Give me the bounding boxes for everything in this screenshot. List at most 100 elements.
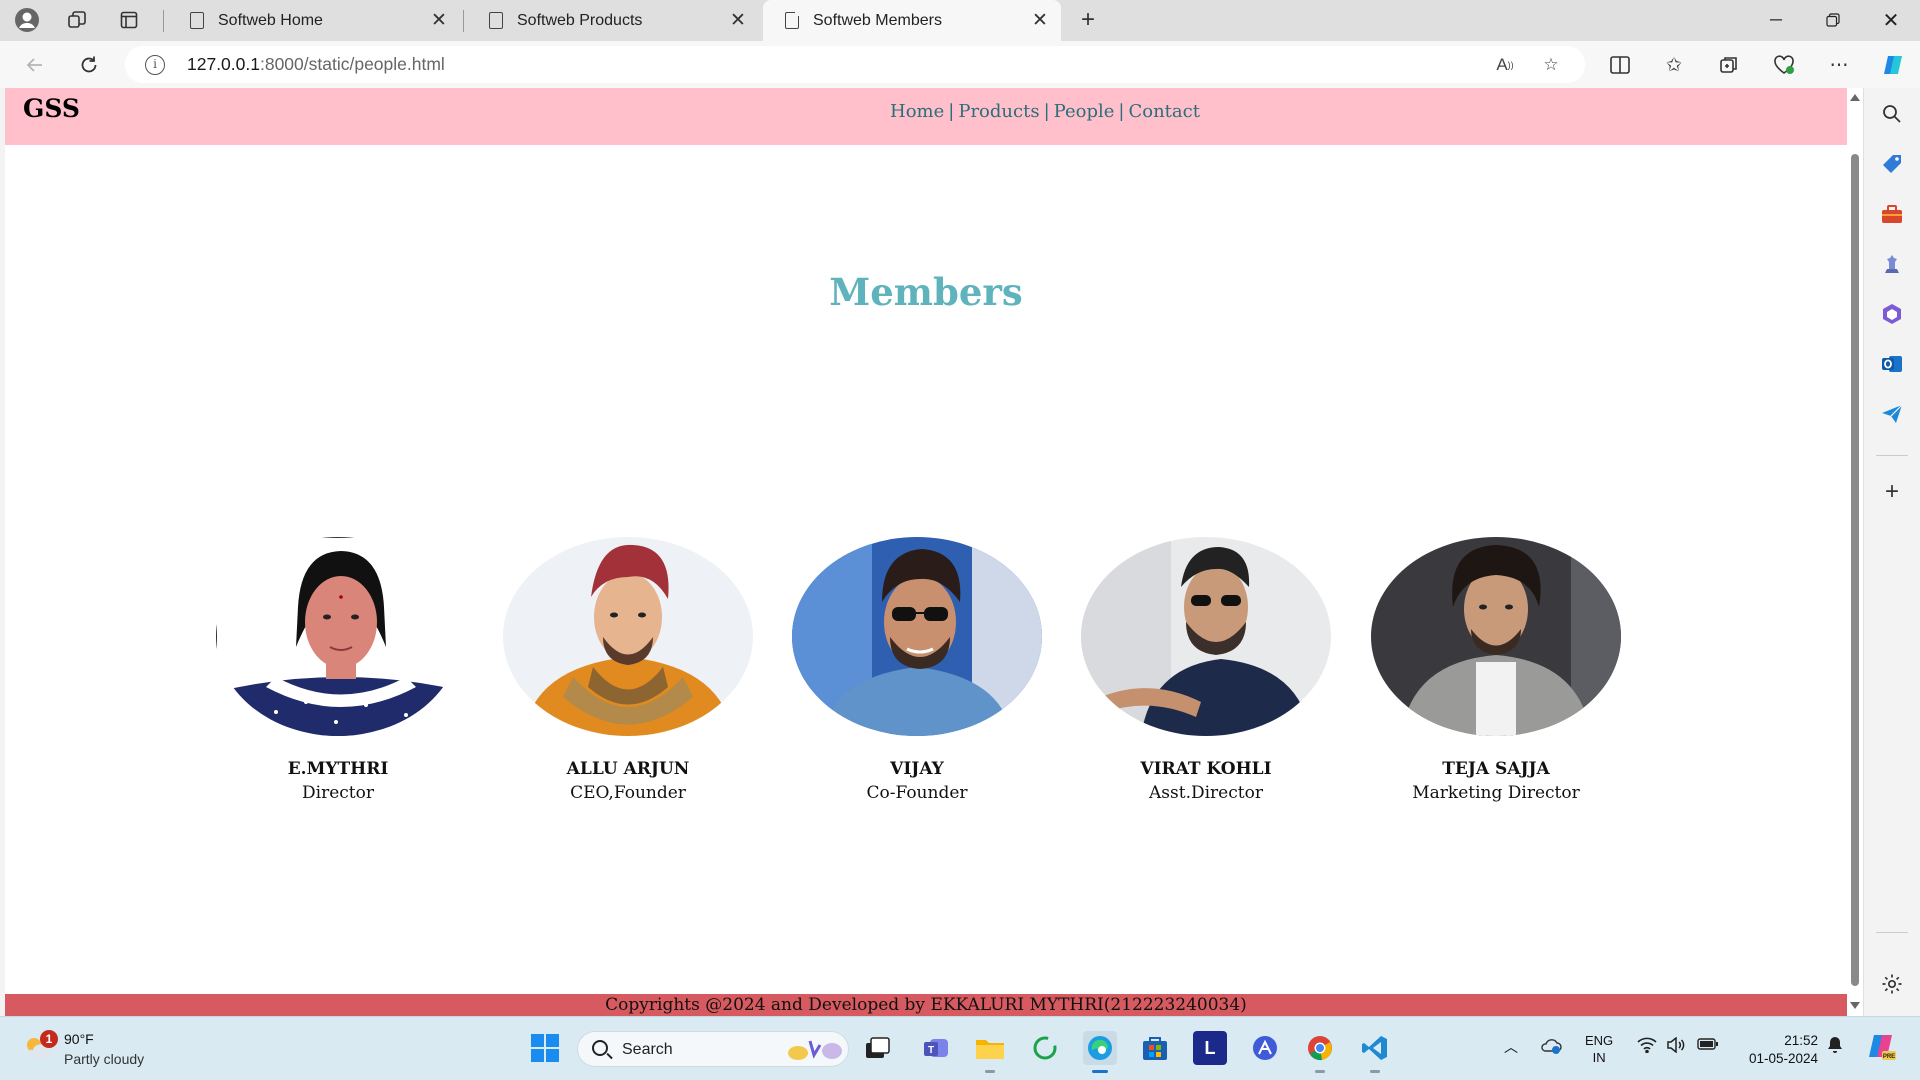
site-info-icon[interactable]: i — [145, 55, 165, 75]
tools-briefcase-icon[interactable] — [1879, 201, 1905, 227]
volume-icon[interactable] — [1666, 1036, 1686, 1057]
nav-separator: | — [1118, 101, 1125, 122]
favorites-icon[interactable]: ✩ — [1657, 49, 1691, 81]
copilot-icon[interactable] — [1876, 49, 1910, 81]
task-view-icon[interactable] — [861, 1031, 895, 1065]
page-scrollbar[interactable] — [1847, 88, 1863, 1016]
shopping-tag-icon[interactable] — [1879, 151, 1905, 177]
chrome-icon[interactable] — [1303, 1031, 1337, 1073]
nav-link-people[interactable]: People — [1054, 101, 1115, 122]
taskbar-search[interactable]: Search — [577, 1031, 849, 1067]
url-text[interactable]: 127.0.0.1:8000/static/people.html — [187, 54, 445, 75]
language-indicator[interactable]: ENG IN — [1585, 1032, 1613, 1066]
scroll-thumb[interactable] — [1851, 154, 1859, 986]
sidebar-divider — [1876, 455, 1908, 456]
new-tab-icon[interactable]: + — [1073, 6, 1103, 34]
running-indicator — [1370, 1070, 1380, 1073]
back-icon[interactable] — [18, 49, 52, 81]
svg-text:T: T — [928, 1045, 934, 1056]
add-icon[interactable]: + — [1879, 478, 1905, 505]
page-icon — [785, 11, 800, 29]
member-name: E.MYTHRI — [287, 759, 389, 779]
scroll-down-arrow-icon[interactable] — [1850, 1002, 1860, 1009]
windows-taskbar: 1 90°F Partly cloudy Search T L ︿ ENG IN… — [0, 1016, 1920, 1080]
close-icon[interactable]: ✕ — [428, 10, 450, 32]
letter-l-app-icon[interactable]: L — [1193, 1031, 1227, 1065]
scroll-up-arrow-icon[interactable] — [1850, 94, 1860, 101]
notifications-bell-icon[interactable] — [1826, 1035, 1844, 1059]
games-icon[interactable] — [1879, 251, 1905, 277]
search-icon[interactable] — [1879, 101, 1905, 127]
browser-essentials-icon[interactable] — [1767, 49, 1801, 81]
language-code: ENG — [1585, 1033, 1614, 1048]
show-hidden-icons-chevron-icon[interactable]: ︿ — [1504, 1037, 1518, 1057]
tab-softweb-products[interactable]: Softweb Products ✕ — [467, 0, 759, 41]
read-aloud-icon[interactable]: A)) — [1491, 52, 1519, 78]
edge-browser-icon[interactable] — [1083, 1031, 1117, 1073]
address-bar[interactable]: i 127.0.0.1:8000/static/people.html A)) … — [125, 46, 1585, 83]
member-role: Marketing Director — [1412, 783, 1580, 803]
microsoft-store-icon[interactable] — [1138, 1031, 1172, 1065]
profile-icon[interactable] — [12, 6, 42, 34]
outlook-icon[interactable] — [1879, 351, 1905, 377]
edge-sidebar: + — [1863, 88, 1920, 1016]
nav-link-contact[interactable]: Contact — [1128, 101, 1199, 122]
tab-actions-icon[interactable] — [114, 6, 144, 34]
url-path: :8000/static/people.html — [259, 54, 445, 74]
tab-separator — [163, 10, 164, 32]
member-role: Asst.Director — [1149, 783, 1263, 803]
battery-icon[interactable] — [1697, 1037, 1719, 1055]
close-icon[interactable]: ✕ — [727, 10, 749, 32]
clock-time: 21:52 — [1784, 1033, 1818, 1048]
search-highlight-icon — [788, 1040, 842, 1060]
weather-alert-badge: 1 — [40, 1030, 58, 1048]
member-role: Director — [302, 783, 374, 803]
page-icon — [190, 12, 204, 29]
address-toolbar: i 127.0.0.1:8000/static/people.html A)) … — [0, 41, 1920, 88]
favorite-star-icon[interactable]: ☆ — [1537, 52, 1565, 78]
settings-gear-icon[interactable] — [1879, 971, 1905, 997]
minimize-icon[interactable]: ─ — [1749, 0, 1803, 40]
teams-icon[interactable]: T — [919, 1031, 953, 1065]
nav-link-home[interactable]: Home — [890, 101, 944, 122]
windows-start-icon[interactable] — [528, 1031, 562, 1065]
tab-softweb-home[interactable]: Softweb Home ✕ — [168, 0, 460, 41]
nav-separator: | — [1043, 101, 1050, 122]
member-role: Co-Founder — [866, 783, 968, 803]
site-header: GSS Home | Products | People | Contact — [5, 88, 1847, 145]
copilot-preview-icon[interactable]: PRE — [1866, 1031, 1896, 1065]
taskbar-search-label: Search — [622, 1041, 673, 1058]
split-screen-icon[interactable] — [1603, 49, 1637, 81]
arch-triangle-app-icon[interactable] — [1248, 1031, 1282, 1065]
close-icon[interactable]: ✕ — [1029, 10, 1051, 32]
member-photo — [1371, 537, 1621, 736]
clock-date: 01-05-2024 — [1748, 1051, 1818, 1066]
page-icon — [489, 12, 503, 29]
send-icon[interactable] — [1879, 401, 1905, 427]
workspaces-icon[interactable] — [62, 6, 92, 34]
region-code: IN — [1592, 1050, 1606, 1065]
member-photo — [792, 537, 1042, 736]
weather-description: Partly cloudy — [64, 1051, 145, 1067]
search-icon — [592, 1040, 608, 1056]
tab-title: Softweb Members — [813, 11, 942, 29]
site-logo: GSS — [23, 94, 80, 123]
member-card: ALLU ARJUN CEO,Founder — [503, 537, 753, 803]
refresh-app-icon[interactable] — [1028, 1031, 1062, 1065]
nav-link-products[interactable]: Products — [958, 101, 1039, 122]
member-photo — [503, 537, 753, 736]
close-window-icon[interactable]: ✕ — [1864, 0, 1918, 40]
more-options-icon[interactable]: ⋯ — [1822, 49, 1856, 81]
refresh-icon[interactable] — [72, 49, 106, 81]
restore-icon[interactable] — [1806, 0, 1860, 40]
file-explorer-icon[interactable] — [973, 1031, 1007, 1073]
system-clock[interactable]: 21:52 01-05-2024 — [1738, 1032, 1818, 1068]
member-card: VIRAT KOHLI Asst.Director — [1081, 537, 1331, 803]
microsoft-365-icon[interactable] — [1879, 301, 1905, 327]
onedrive-status-icon[interactable] — [1540, 1037, 1562, 1059]
wifi-icon[interactable] — [1637, 1037, 1657, 1057]
vscode-icon[interactable] — [1358, 1031, 1392, 1073]
collections-icon[interactable] — [1712, 49, 1746, 81]
tab-softweb-members[interactable]: Softweb Members ✕ — [763, 0, 1061, 41]
tab-title: Softweb Products — [517, 11, 643, 29]
